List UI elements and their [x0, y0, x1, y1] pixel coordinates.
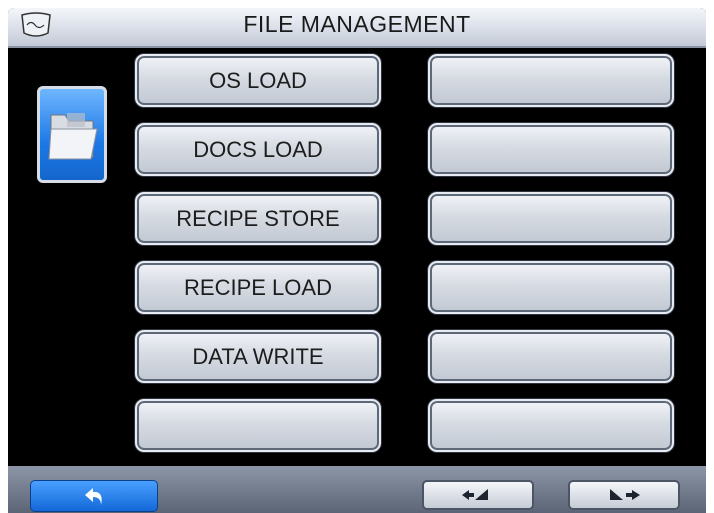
folder-icon	[48, 113, 98, 160]
empty-button-left-6[interactable]	[135, 399, 381, 452]
header-bar: FILE MANAGEMENT	[8, 8, 706, 48]
empty-button-right-6[interactable]	[428, 399, 674, 452]
file-management-tile[interactable]	[37, 86, 107, 183]
hmi-screen: FILE MANAGEMENT OS LOAD DOCS LOAD RECIPE…	[0, 0, 714, 513]
empty-button-right-4[interactable]	[428, 261, 674, 314]
back-button[interactable]	[30, 480, 158, 512]
prev-page-icon	[462, 489, 488, 500]
data-write-button[interactable]: DATA WRITE	[135, 330, 381, 383]
docs-load-button[interactable]: DOCS LOAD	[135, 123, 381, 176]
empty-button-right-3[interactable]	[428, 192, 674, 245]
empty-button-right-1[interactable]	[428, 54, 674, 107]
next-page-icon	[610, 489, 640, 500]
back-arrow-icon	[85, 488, 102, 505]
recipe-load-button[interactable]: RECIPE LOAD	[135, 261, 381, 314]
display-area: FILE MANAGEMENT OS LOAD DOCS LOAD RECIPE…	[8, 8, 706, 513]
next-page-button[interactable]	[568, 480, 680, 510]
empty-button-right-5[interactable]	[428, 330, 674, 383]
os-load-button[interactable]: OS LOAD	[135, 54, 381, 107]
empty-button-right-2[interactable]	[428, 123, 674, 176]
recipe-store-button[interactable]: RECIPE STORE	[135, 192, 381, 245]
page-title: FILE MANAGEMENT	[243, 11, 471, 37]
footer-bar	[8, 466, 706, 513]
prev-page-button[interactable]	[422, 480, 534, 510]
